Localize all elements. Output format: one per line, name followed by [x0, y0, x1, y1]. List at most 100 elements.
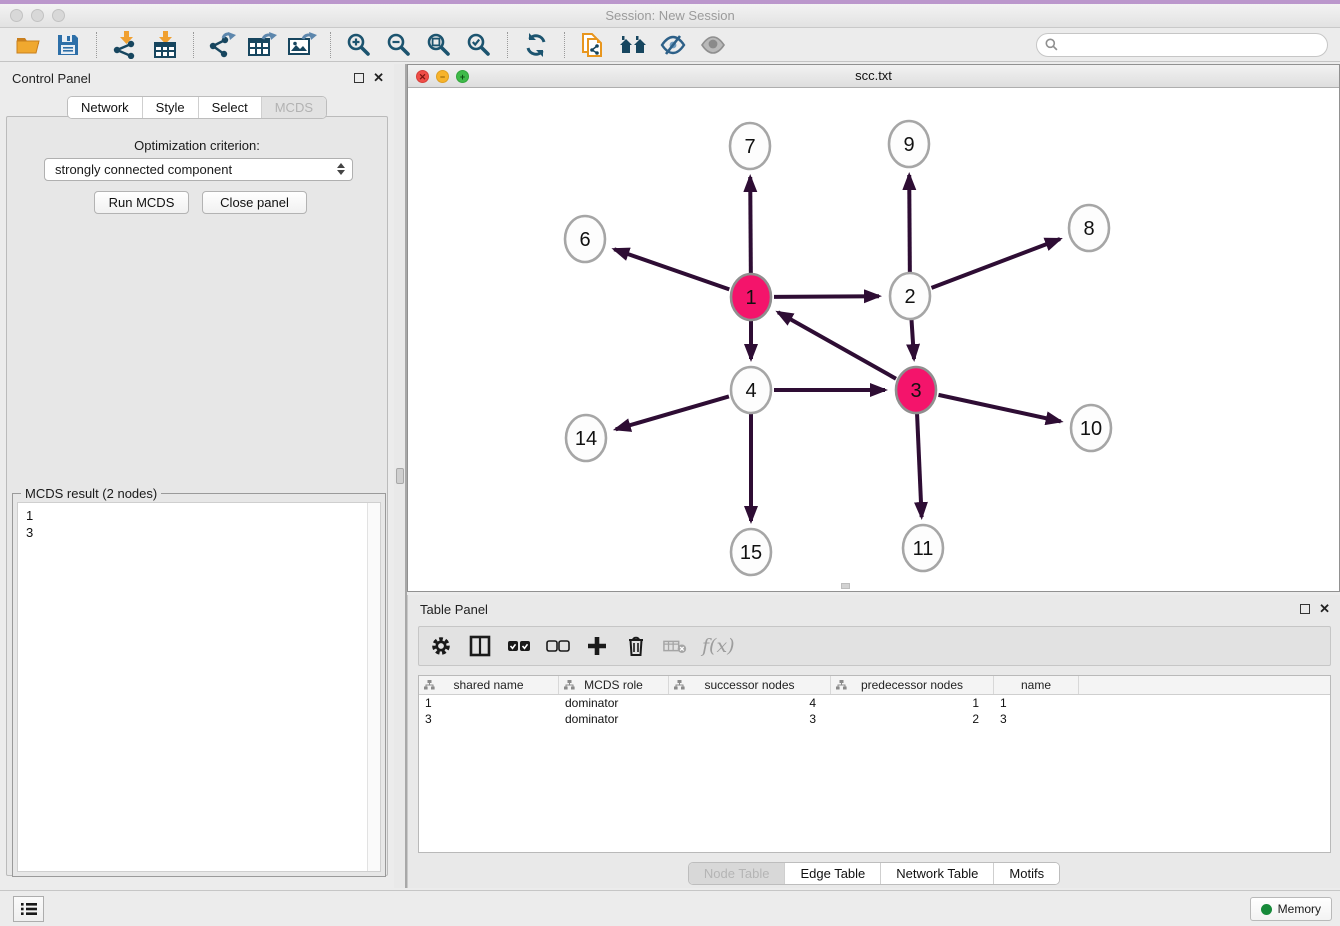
zoom-in-icon[interactable]: [344, 31, 374, 59]
cell-successor-nodes[interactable]: 4: [669, 695, 831, 711]
node-11[interactable]: 11: [903, 525, 943, 571]
delete-column-icon[interactable]: [663, 634, 687, 658]
cell-successor-nodes[interactable]: 3: [669, 711, 831, 727]
tab-select[interactable]: Select: [198, 97, 261, 118]
import-table-icon[interactable]: [150, 31, 180, 59]
edge-3-1[interactable]: [778, 312, 896, 378]
save-session-icon[interactable]: [53, 31, 83, 59]
close-window-button[interactable]: [10, 9, 23, 22]
gear-icon[interactable]: [429, 634, 453, 658]
edge-1-7[interactable]: [750, 177, 751, 274]
network-graph[interactable]: 7 9 6 8 1 2 4 3 14 10 15 11: [408, 88, 1339, 591]
node-3[interactable]: 3: [896, 367, 936, 413]
node-14[interactable]: 14: [566, 415, 606, 461]
divider-handle[interactable]: [396, 468, 404, 484]
edge-1-6[interactable]: [614, 249, 729, 289]
edge-2-3[interactable]: [911, 319, 914, 359]
zoom-selected-icon[interactable]: [464, 31, 494, 59]
zoom-out-icon[interactable]: [384, 31, 414, 59]
tab-style[interactable]: Style: [142, 97, 198, 118]
mcds-result-area[interactable]: 13: [17, 502, 381, 872]
close-panel-icon[interactable]: ✕: [373, 73, 384, 83]
table-tab-network-table[interactable]: Network Table: [880, 863, 993, 884]
float-table-panel-icon[interactable]: [1300, 604, 1310, 614]
network-window-titlebar[interactable]: ✕ − + scc.txt: [408, 65, 1339, 88]
search-field[interactable]: [1036, 33, 1328, 57]
table-tab-motifs[interactable]: Motifs: [993, 863, 1059, 884]
minimize-window-button[interactable]: [31, 9, 44, 22]
network-canvas[interactable]: 7 9 6 8 1 2 4 3 14 10 15 11: [408, 88, 1339, 591]
open-session-icon[interactable]: [13, 31, 43, 59]
import-network-icon[interactable]: [110, 31, 140, 59]
split-panel-icon[interactable]: [468, 634, 492, 658]
column-header-mcds-role[interactable]: MCDS role: [559, 676, 669, 694]
zoom-fit-icon[interactable]: [424, 31, 454, 59]
trash-icon[interactable]: [624, 634, 648, 658]
cell-mcds-role[interactable]: dominator: [559, 695, 669, 711]
node-7[interactable]: 7: [730, 123, 770, 169]
status-bar: Memory: [0, 890, 1340, 926]
node-6[interactable]: 6: [565, 216, 605, 262]
column-header-shared-name[interactable]: shared name: [419, 676, 559, 694]
edge-2-9[interactable]: [909, 175, 910, 273]
node-label: 2: [904, 286, 915, 308]
table-row[interactable]: 3dominator323: [419, 711, 1330, 727]
edge-4-14[interactable]: [616, 396, 729, 429]
deselect-all-icon[interactable]: [546, 634, 570, 658]
result-scrollbar[interactable]: [367, 503, 380, 871]
hierarchy-icon: [564, 680, 575, 690]
cell-shared-name[interactable]: 1: [419, 695, 559, 711]
network-maximize-button[interactable]: +: [456, 70, 469, 83]
network-minimize-button[interactable]: −: [436, 70, 449, 83]
search-input[interactable]: [1063, 38, 1319, 52]
float-panel-icon[interactable]: [354, 73, 364, 83]
table-row[interactable]: 1dominator411: [419, 695, 1330, 711]
close-table-panel-icon[interactable]: ✕: [1319, 604, 1330, 614]
cell-mcds-role[interactable]: dominator: [559, 711, 669, 727]
task-history-button[interactable]: [13, 896, 44, 922]
run-mcds-button[interactable]: Run MCDS: [94, 191, 189, 214]
table-tab-node-table[interactable]: Node Table: [689, 863, 785, 884]
tab-mcds[interactable]: MCDS: [261, 97, 326, 118]
show-all-icon[interactable]: [698, 31, 728, 59]
column-header-successor-nodes[interactable]: successor nodes: [669, 676, 831, 694]
node-15[interactable]: 15: [731, 529, 771, 575]
export-network-icon[interactable]: [207, 31, 237, 59]
first-neighbors-icon[interactable]: [618, 31, 648, 59]
cell-predecessor-nodes[interactable]: 2: [831, 711, 994, 727]
export-table-icon[interactable]: [247, 31, 277, 59]
node-4[interactable]: 4: [731, 367, 771, 413]
node-1[interactable]: 1: [731, 274, 771, 320]
cell-name[interactable]: 3: [994, 711, 1079, 727]
cell-name[interactable]: 1: [994, 695, 1079, 711]
node-9[interactable]: 9: [889, 121, 929, 167]
column-header-predecessor-nodes[interactable]: predecessor nodes: [831, 676, 994, 694]
refresh-layout-icon[interactable]: [521, 31, 551, 59]
edge-3-10[interactable]: [938, 395, 1060, 422]
node-2[interactable]: 2: [890, 273, 930, 319]
column-header-name[interactable]: name: [994, 676, 1079, 694]
cell-shared-name[interactable]: 3: [419, 711, 559, 727]
hide-selected-icon[interactable]: [658, 31, 688, 59]
export-image-icon[interactable]: [287, 31, 317, 59]
node-10[interactable]: 10: [1071, 405, 1111, 451]
tab-network[interactable]: Network: [68, 97, 142, 118]
canvas-resize-grip[interactable]: [841, 583, 850, 589]
close-panel-button[interactable]: Close panel: [202, 191, 307, 214]
criterion-dropdown[interactable]: strongly connected component: [44, 158, 353, 181]
edge-2-8[interactable]: [932, 239, 1061, 288]
node-table[interactable]: shared nameMCDS rolesuccessor nodesprede…: [418, 675, 1331, 853]
select-all-icon[interactable]: [507, 634, 531, 658]
new-network-from-selection-icon[interactable]: [578, 31, 608, 59]
maximize-window-button[interactable]: [52, 9, 65, 22]
cell-predecessor-nodes[interactable]: 1: [831, 695, 994, 711]
add-icon[interactable]: [585, 634, 609, 658]
table-tab-edge-table[interactable]: Edge Table: [784, 863, 880, 884]
network-close-button[interactable]: ✕: [416, 70, 429, 83]
edge-3-11[interactable]: [917, 413, 922, 517]
panel-divider[interactable]: [394, 64, 407, 888]
memory-button[interactable]: Memory: [1250, 897, 1332, 921]
edge-1-2[interactable]: [774, 296, 879, 297]
function-builder-icon[interactable]: f(x): [702, 635, 735, 657]
node-8[interactable]: 8: [1069, 205, 1109, 251]
